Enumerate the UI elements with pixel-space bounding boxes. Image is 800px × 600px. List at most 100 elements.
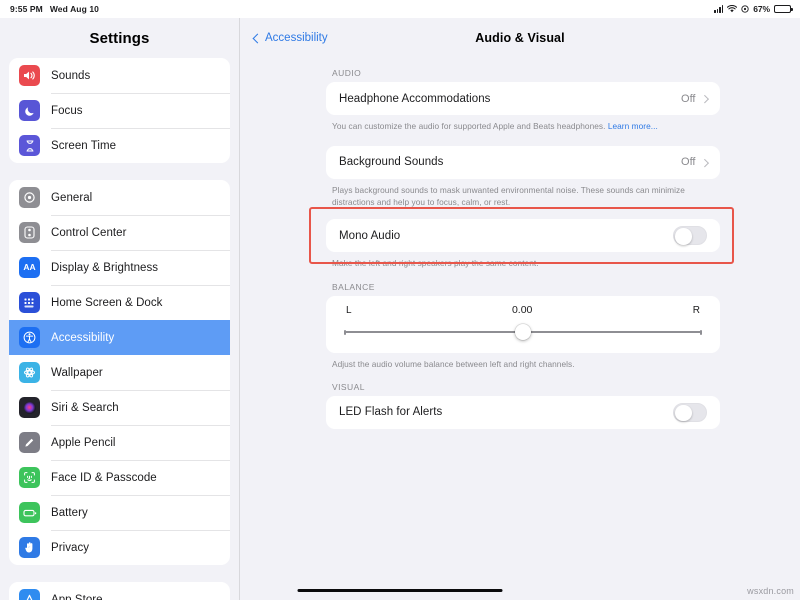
app-store-icon xyxy=(19,589,40,600)
section-header-visual: VISUAL xyxy=(326,382,720,396)
sidebar-item-privacy[interactable]: Privacy xyxy=(9,530,230,565)
sidebar-item-sounds[interactable]: Sounds xyxy=(9,58,230,93)
sidebar-item-label: Wallpaper xyxy=(51,367,103,379)
background-sounds-card: Background Sounds Off xyxy=(326,146,720,179)
sidebar-item-label: Home Screen & Dock xyxy=(51,297,162,309)
balance-value: 0.00 xyxy=(512,304,532,316)
sidebar-item-label: Control Center xyxy=(51,227,126,239)
sidebar-item-wallpaper[interactable]: Wallpaper xyxy=(9,355,230,390)
sidebar-item-app-store[interactable]: App Store xyxy=(9,582,230,600)
sidebar-item-label: Apple Pencil xyxy=(51,437,116,449)
sidebar-item-display-brightness[interactable]: AA Display & Brightness xyxy=(9,250,230,285)
chevron-right-icon xyxy=(700,158,708,166)
sidebar-item-label: General xyxy=(51,192,92,204)
sidebar-group-3: App Store Wallet & Apple Pay xyxy=(9,582,230,600)
siri-icon xyxy=(19,397,40,418)
chevron-right-icon xyxy=(700,95,708,103)
hourglass-icon xyxy=(19,135,40,156)
headphone-accommodations-value: Off xyxy=(681,93,695,105)
flower-icon xyxy=(19,362,40,383)
mono-audio-right xyxy=(673,226,707,245)
sidebar-item-accessibility[interactable]: Accessibility xyxy=(9,320,230,355)
headphone-accommodations-footnote: You can customize the audio for supporte… xyxy=(326,115,720,133)
home-indicator xyxy=(298,589,503,593)
led-flash-right xyxy=(673,403,707,422)
battery-icon xyxy=(19,502,40,523)
sidebar-item-face-id-passcode[interactable]: Face ID & Passcode xyxy=(9,460,230,495)
led-flash-card: LED Flash for Alerts xyxy=(326,396,720,429)
watermark: wsxdn.com xyxy=(747,586,794,596)
background-sounds-footnote: Plays background sounds to mask unwanted… xyxy=(326,179,720,209)
sidebar-item-label: Screen Time xyxy=(51,140,116,152)
background-sounds-value: Off xyxy=(681,156,695,168)
led-flash-toggle[interactable] xyxy=(673,403,707,422)
sidebar-item-label: Display & Brightness xyxy=(51,262,158,274)
sidebar-item-control-center[interactable]: Control Center xyxy=(9,215,230,250)
detail-pane: Accessibility Audio & Visual AUDIO Headp… xyxy=(240,18,800,600)
background-sounds-label: Background Sounds xyxy=(339,156,443,168)
sidebar-scroll-area[interactable]: Sounds Focus Screen Time xyxy=(0,58,239,600)
sidebar-item-apple-pencil[interactable]: Apple Pencil xyxy=(9,425,230,460)
sidebar-item-focus[interactable]: Focus xyxy=(9,93,230,128)
background-sounds-row[interactable]: Background Sounds Off xyxy=(326,146,720,179)
sidebar-item-siri-search[interactable]: Siri & Search xyxy=(9,390,230,425)
sidebar-item-label: Privacy xyxy=(51,542,89,554)
balance-slider[interactable] xyxy=(344,325,702,339)
spacer xyxy=(326,371,720,382)
sidebar-item-label: App Store xyxy=(51,594,103,600)
section-header-audio: AUDIO xyxy=(326,68,720,82)
moon-icon xyxy=(19,100,40,121)
chevron-left-icon xyxy=(253,33,263,43)
cellular-signal-icon xyxy=(714,5,723,13)
balance-left-label: L xyxy=(346,305,352,316)
learn-more-link[interactable]: Learn more... xyxy=(608,121,658,131)
status-bar-right: 67% xyxy=(714,4,791,14)
mono-audio-label: Mono Audio xyxy=(339,230,400,242)
sidebar-item-home-screen-dock[interactable]: Home Screen & Dock xyxy=(9,285,230,320)
headphone-accommodations-row[interactable]: Headphone Accommodations Off xyxy=(326,82,720,115)
detail-navbar: Accessibility Audio & Visual xyxy=(240,18,800,58)
status-bar: 9:55 PM Wed Aug 10 67% xyxy=(0,0,800,18)
sidebar-item-label: Accessibility xyxy=(51,332,114,344)
led-flash-row[interactable]: LED Flash for Alerts xyxy=(326,396,720,429)
mono-audio-toggle[interactable] xyxy=(673,226,707,245)
sidebar-item-label: Face ID & Passcode xyxy=(51,472,157,484)
pencil-icon xyxy=(19,432,40,453)
headphone-accommodations-card: Headphone Accommodations Off xyxy=(326,82,720,115)
headphone-accommodations-right: Off xyxy=(681,93,707,105)
sidebar-item-label: Battery xyxy=(51,507,88,519)
text-size-icon: AA xyxy=(19,257,40,278)
speaker-icon xyxy=(19,65,40,86)
wifi-icon xyxy=(727,5,737,13)
background-sounds-right: Off xyxy=(681,156,707,168)
footnote-text: You can customize the audio for supporte… xyxy=(332,121,608,131)
mono-audio-row[interactable]: Mono Audio xyxy=(326,219,720,252)
spacer xyxy=(326,133,720,146)
spacer xyxy=(326,208,720,219)
sidebar-item-label: Siri & Search xyxy=(51,402,119,414)
led-flash-label: LED Flash for Alerts xyxy=(339,406,442,418)
slider-thumb[interactable] xyxy=(515,324,531,340)
battery-percent-label: 67% xyxy=(753,4,770,14)
sidebar-item-general[interactable]: General xyxy=(9,180,230,215)
app-grid-icon xyxy=(19,292,40,313)
detail-content: AUDIO Headphone Accommodations Off You c… xyxy=(240,58,800,429)
rotation-lock-icon xyxy=(741,5,749,13)
section-header-balance: BALANCE xyxy=(326,282,720,296)
balance-card: L 0.00 R xyxy=(326,296,720,353)
sidebar-item-screen-time[interactable]: Screen Time xyxy=(9,128,230,163)
status-time: 9:55 PM xyxy=(10,4,43,14)
sidebar-title: Settings xyxy=(0,18,239,58)
battery-icon xyxy=(774,5,791,14)
spacer xyxy=(326,270,720,282)
mono-audio-footnote: Make the left and right speakers play th… xyxy=(326,252,720,270)
headphone-accommodations-label: Headphone Accommodations xyxy=(339,93,490,105)
sidebar-item-battery[interactable]: Battery xyxy=(9,495,230,530)
balance-footnote: Adjust the audio volume balance between … xyxy=(326,353,720,371)
status-bar-left: 9:55 PM Wed Aug 10 xyxy=(10,4,99,14)
toggle-knob xyxy=(675,405,692,422)
back-button[interactable]: Accessibility xyxy=(254,32,328,44)
balance-labels: L 0.00 R xyxy=(344,304,702,316)
settings-sidebar[interactable]: Settings Sounds Focus xyxy=(0,18,240,600)
sidebar-item-label: Sounds xyxy=(51,70,90,82)
